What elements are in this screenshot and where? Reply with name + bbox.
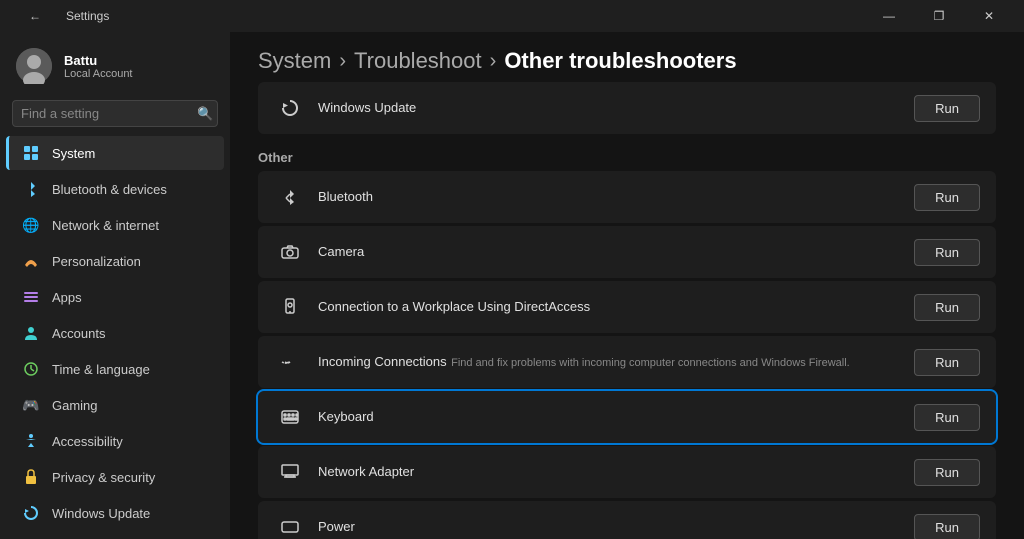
networkadapter-run-button[interactable]: Run [914, 459, 980, 486]
content-area: System › Troubleshoot › Other troublesho… [230, 32, 1024, 539]
directaccess-icon [274, 298, 306, 316]
search-input[interactable] [21, 106, 197, 121]
camera-troubleshooter-row: Camera Run [258, 226, 996, 278]
breadcrumb-current: Other troubleshooters [504, 48, 736, 74]
sidebar-item-time[interactable]: Time & language [6, 352, 224, 386]
app-title: Settings [66, 9, 109, 23]
networkadapter-icon [274, 464, 306, 480]
accounts-icon [22, 324, 40, 342]
sidebar-item-network-label: Network & internet [52, 218, 159, 233]
power-icon [274, 520, 306, 534]
bluetooth-run-button[interactable]: Run [914, 184, 980, 211]
sidebar-item-gaming[interactable]: 🎮 Gaming [6, 388, 224, 422]
sidebar-item-accessibility[interactable]: Accessibility [6, 424, 224, 458]
search-icon: 🔍 [197, 106, 213, 122]
sidebar-item-bluetooth-label: Bluetooth & devices [52, 182, 167, 197]
apps-icon [22, 288, 40, 306]
networkadapter-troubleshooter-row: Network Adapter Run [258, 446, 996, 498]
camera-run-button[interactable]: Run [914, 239, 980, 266]
bluetooth-icon [22, 180, 40, 198]
sidebar-item-system[interactable]: System [6, 136, 224, 170]
sidebar-item-apps[interactable]: Apps [6, 280, 224, 314]
other-section-label: Other [258, 142, 996, 171]
breadcrumb-system[interactable]: System [258, 48, 331, 74]
sidebar-item-privacy[interactable]: Privacy & security [6, 460, 224, 494]
windows-update-row: Windows Update Run [258, 82, 996, 134]
incoming-troubleshooter-row: Incoming Connections Find and fix proble… [258, 336, 996, 388]
power-run-button[interactable]: Run [914, 514, 980, 539]
keyboard-icon [274, 410, 306, 424]
power-troubleshooter-title: Power [318, 519, 355, 534]
sidebar-item-gaming-label: Gaming [52, 398, 98, 413]
search-box[interactable]: 🔍 [12, 100, 218, 127]
sidebar-item-privacy-label: Privacy & security [52, 470, 155, 485]
privacy-icon [22, 468, 40, 486]
sidebar-item-time-label: Time & language [52, 362, 150, 377]
user-type: Local Account [64, 68, 133, 80]
keyboard-troubleshooter-title: Keyboard [318, 409, 374, 424]
sidebar-item-apps-label: Apps [52, 290, 82, 305]
close-button[interactable]: ✕ [966, 0, 1012, 32]
windows-update-icon [274, 99, 306, 117]
gaming-icon: 🎮 [22, 396, 40, 414]
sidebar-item-accounts-label: Accounts [52, 326, 105, 341]
breadcrumb: System › Troubleshoot › Other troublesho… [230, 32, 1024, 82]
system-icon [22, 144, 40, 162]
keyboard-troubleshooter-row: Keyboard Run [258, 391, 996, 443]
time-icon [22, 360, 40, 378]
camera-icon [274, 245, 306, 259]
back-button[interactable]: ← [12, 0, 58, 32]
other-section: Other Bluetooth Run [230, 142, 1024, 539]
incoming-icon [274, 355, 306, 369]
bluetooth-troubleshooter-icon [274, 189, 306, 205]
directaccess-run-button[interactable]: Run [914, 294, 980, 321]
directaccess-troubleshooter-title: Connection to a Workplace Using DirectAc… [318, 299, 590, 314]
sidebar-item-windowsupdate[interactable]: Windows Update [6, 496, 224, 530]
avatar [16, 48, 52, 84]
sidebar: Battu Local Account 🔍 System Bluetooth &… [0, 32, 230, 539]
sidebar-item-windowsupdate-label: Windows Update [52, 506, 150, 521]
sidebar-item-personalization-label: Personalization [52, 254, 141, 269]
directaccess-troubleshooter-row: Connection to a Workplace Using DirectAc… [258, 281, 996, 333]
sidebar-item-accounts[interactable]: Accounts [6, 316, 224, 350]
windowsupdate-icon [22, 504, 40, 522]
power-troubleshooter-row: Power Run [258, 501, 996, 539]
maximize-button[interactable]: ❐ [916, 0, 962, 32]
sidebar-item-bluetooth[interactable]: Bluetooth & devices [6, 172, 224, 206]
sidebar-item-personalization[interactable]: Personalization [6, 244, 224, 278]
camera-troubleshooter-title: Camera [318, 244, 364, 259]
windows-update-run-button[interactable]: Run [914, 95, 980, 122]
keyboard-run-button[interactable]: Run [914, 404, 980, 431]
bluetooth-troubleshooter-title: Bluetooth [318, 189, 373, 204]
sidebar-item-accessibility-label: Accessibility [52, 434, 123, 449]
bluetooth-troubleshooter-row: Bluetooth Run [258, 171, 996, 223]
incoming-troubleshooter-desc: Find and fix problems with incoming comp… [451, 357, 850, 369]
incoming-run-button[interactable]: Run [914, 349, 980, 376]
network-icon: 🌐 [22, 216, 40, 234]
breadcrumb-troubleshoot[interactable]: Troubleshoot [354, 48, 482, 74]
windows-update-title: Windows Update [318, 100, 416, 115]
minimize-button[interactable]: — [866, 0, 912, 32]
title-bar: ← Settings — ❐ ✕ [0, 0, 1024, 32]
user-name: Battu [64, 53, 133, 68]
incoming-troubleshooter-title: Incoming Connections [318, 354, 447, 369]
accessibility-icon [22, 432, 40, 450]
user-profile: Battu Local Account [0, 40, 230, 96]
sidebar-item-system-label: System [52, 146, 95, 161]
sidebar-item-network[interactable]: 🌐 Network & internet [6, 208, 224, 242]
personalization-icon [22, 252, 40, 270]
window-controls: — ❐ ✕ [866, 0, 1012, 32]
networkadapter-troubleshooter-title: Network Adapter [318, 464, 414, 479]
